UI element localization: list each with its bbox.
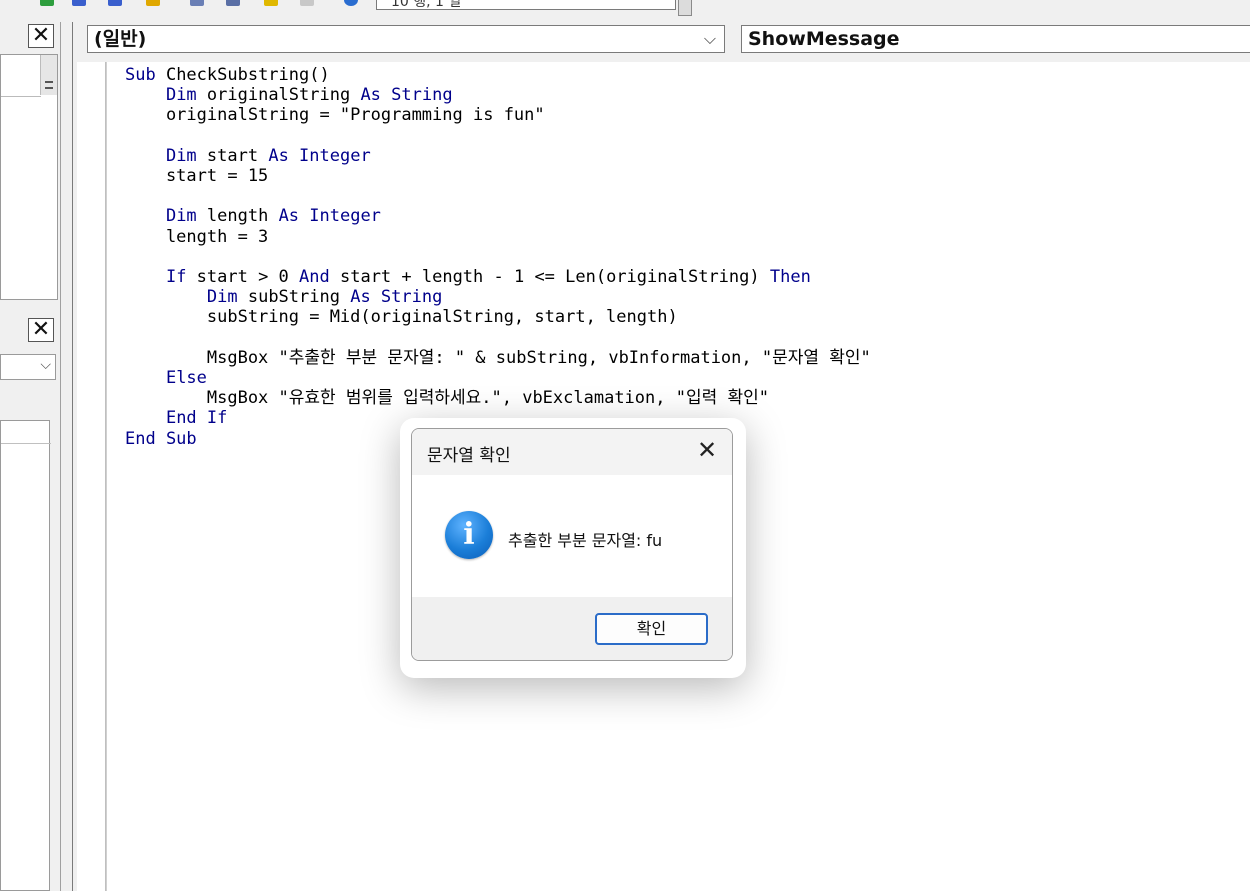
code-keyword: If <box>165 267 187 288</box>
code-token: subString <box>237 287 351 308</box>
run-icon[interactable] <box>40 0 54 6</box>
code-token: start + length - 1 <= Len(originalString… <box>329 267 770 288</box>
chevron-down-icon: ⌵ <box>703 29 716 48</box>
code-keyword: End Sub <box>125 428 197 449</box>
code-keyword: Dim <box>165 206 197 227</box>
code-line[interactable]: If start > 0 And start + length - 1 <= L… <box>125 267 811 287</box>
cursor-location: 10 행, 1 열 <box>376 0 676 10</box>
stop-icon[interactable] <box>108 0 122 6</box>
code-keyword: Sub <box>125 65 156 85</box>
cursor-location-text: 10 행, 1 열 <box>391 0 462 10</box>
project-explorer-scrollbar[interactable] <box>40 55 57 95</box>
chevron-down-icon: ⌵ <box>40 357 51 373</box>
code-text[interactable]: Sub CheckSubstring() Dim originalString … <box>125 65 871 449</box>
dialog-message: 추출한 부분 문자열: fu <box>508 531 663 550</box>
code-token: length <box>196 206 279 227</box>
code-line[interactable]: End If <box>125 408 227 428</box>
code-keyword: And <box>299 267 330 288</box>
code-keyword: Then <box>769 267 811 288</box>
message-box-dialog: 문자열 확인 ✕ i 추출한 부분 문자열: fu 확인 <box>411 428 733 661</box>
code-token: start <box>196 145 269 166</box>
code-keyword: Dim <box>165 145 197 166</box>
toolbar: 10 행, 1 열 <box>0 0 1250 22</box>
panel-divider <box>1 96 41 97</box>
toolbar-options-button[interactable] <box>678 0 692 16</box>
code-line[interactable]: Dim originalString As String <box>125 85 453 105</box>
code-line[interactable]: Dim subString As String <box>125 287 442 307</box>
procedure-combo[interactable]: ShowMessage <box>741 25 1250 53</box>
project-explorer-close-button[interactable]: ✕ <box>28 24 54 48</box>
toolbox-icon[interactable] <box>300 0 314 6</box>
left-pane: ✕ ✕ ⌵ <box>0 22 61 891</box>
code-token: subString = Mid(originalString, start, l… <box>125 307 678 328</box>
code-keyword: As String <box>360 85 453 106</box>
properties-object-select[interactable]: ⌵ <box>0 354 56 380</box>
object-browser-icon[interactable] <box>264 0 278 6</box>
code-keyword: Else <box>165 368 207 389</box>
code-token: MsgBox "추출한 부분 문자열: " & subString, vbInf… <box>125 347 871 368</box>
properties-grid[interactable] <box>0 420 51 891</box>
code-token: originalString <box>196 85 361 106</box>
dialog-footer: 확인 <box>412 597 732 660</box>
code-line[interactable]: Sub CheckSubstring() <box>125 65 330 85</box>
code-line[interactable]: MsgBox "추출한 부분 문자열: " & subString, vbInf… <box>125 348 871 368</box>
project-explorer-panel[interactable] <box>0 54 58 300</box>
code-token: originalString = "Programming is fun" <box>125 105 545 126</box>
code-line[interactable]: Dim start As Integer <box>125 146 371 166</box>
code-keyword: As Integer <box>278 206 381 227</box>
code-keyword: End If <box>165 408 228 429</box>
code-token: start > 0 <box>186 267 300 288</box>
close-icon[interactable]: ✕ <box>692 435 722 465</box>
procedure-combo-value: ShowMessage <box>748 28 900 50</box>
code-token: length = 3 <box>125 226 269 247</box>
code-token: MsgBox "유효한 범위를 입력하세요.", vbExclamation, … <box>125 388 769 409</box>
scroll-grip-icon <box>45 81 53 89</box>
dialog-body: i 추출한 부분 문자열: fu <box>412 475 732 597</box>
code-line[interactable]: End Sub <box>125 429 197 449</box>
code-keyword: As String <box>350 287 443 308</box>
code-token: start = 15 <box>125 166 269 187</box>
code-line[interactable]: Dim length As Integer <box>125 206 381 226</box>
code-line[interactable]: Else <box>125 368 207 388</box>
code-line[interactable]: length = 3 <box>125 227 268 247</box>
project-explorer-icon[interactable] <box>190 0 204 6</box>
pause-icon[interactable] <box>72 0 86 6</box>
code-line[interactable]: originalString = "Programming is fun" <box>125 105 545 125</box>
info-icon: i <box>445 511 493 559</box>
design-mode-icon[interactable] <box>146 0 160 6</box>
code-line[interactable]: MsgBox "유효한 범위를 입력하세요.", vbExclamation, … <box>125 388 769 408</box>
dialog-title-bar[interactable]: 문자열 확인 ✕ <box>412 429 732 475</box>
code-keyword: Dim <box>206 287 238 308</box>
properties-icon[interactable] <box>226 0 240 6</box>
code-line[interactable]: start = 15 <box>125 166 268 186</box>
margin-indicator-bar[interactable] <box>77 62 106 891</box>
code-token: CheckSubstring() <box>155 65 330 85</box>
ok-button[interactable]: 확인 <box>595 613 708 645</box>
properties-close-button[interactable]: ✕ <box>28 318 54 342</box>
properties-grid-header-divider <box>1 443 51 444</box>
code-keyword: Dim <box>165 85 197 106</box>
help-icon[interactable] <box>344 0 358 6</box>
code-line[interactable]: subString = Mid(originalString, start, l… <box>125 307 678 327</box>
object-combo-value: (일반) <box>94 28 147 50</box>
code-keyword: As Integer <box>268 145 371 166</box>
dialog-title: 문자열 확인 <box>427 446 511 466</box>
object-combo[interactable]: (일반) ⌵ <box>87 25 725 53</box>
